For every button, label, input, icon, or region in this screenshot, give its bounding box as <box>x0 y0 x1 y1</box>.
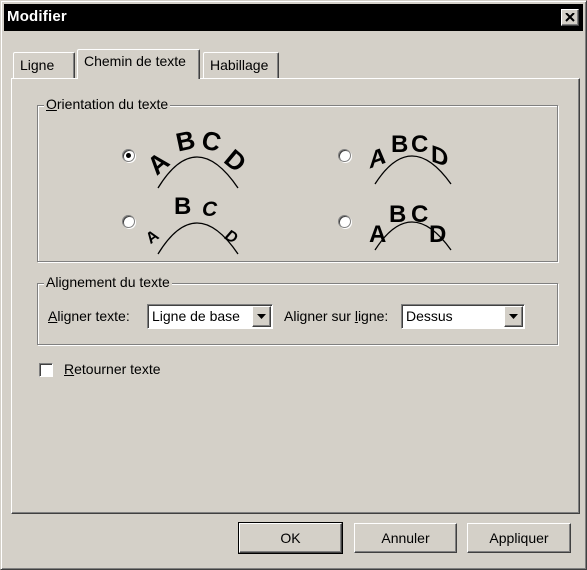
orientation-arc-skewed-icon: A B C D <box>369 131 452 185</box>
orientation-radio-2[interactable] <box>338 149 351 162</box>
arc-letter-a: A <box>143 227 163 248</box>
orientation-radio-4[interactable] <box>338 215 351 228</box>
arc-letter-b: B <box>389 201 406 228</box>
arc-letter-a: A <box>369 221 386 248</box>
align-text-label: Aligner texte: <box>48 308 130 324</box>
arc-letter-d: D <box>219 143 253 178</box>
orientation-radio-3[interactable] <box>122 215 135 228</box>
arc-letter-c: C <box>202 198 218 221</box>
align-line-value: Dessus <box>406 308 453 324</box>
reverse-text-label-mnemonic: R <box>64 361 75 377</box>
align-text-value: Ligne de base <box>152 308 240 324</box>
arc-letter-c: C <box>411 201 428 228</box>
align-text-label-rest: ligner texte: <box>57 308 130 324</box>
arc-letter-a: A <box>141 145 175 180</box>
align-line-label-pre: Aligner sur <box>284 308 355 324</box>
orientation-group-label: Orientation du texte <box>44 96 171 112</box>
arc-letter-b: B <box>173 124 198 157</box>
title-bar[interactable]: Modifier <box>4 4 583 31</box>
alignment-group-label: Alignement du texte <box>44 274 172 290</box>
cancel-button[interactable]: Annuler <box>354 523 457 553</box>
arc-letter-c: C <box>199 124 225 158</box>
cancel-button-label: Annuler <box>381 530 430 546</box>
reverse-text-label-rest: etourner texte <box>74 361 161 377</box>
orientation-arc-perspective-icon: A B C D <box>143 193 241 255</box>
arc-letter-c: C <box>411 131 428 158</box>
orientation-radio-1[interactable] <box>122 149 135 162</box>
arc-letter-b: B <box>174 193 191 220</box>
apply-button-label: Appliquer <box>489 530 549 546</box>
close-icon <box>565 13 575 22</box>
chevron-down-icon <box>257 314 266 319</box>
align-line-dropdown-button[interactable] <box>504 306 523 327</box>
reverse-text-checkbox[interactable] <box>39 363 53 377</box>
chevron-down-icon <box>509 314 518 319</box>
ok-button-label: OK <box>280 530 301 546</box>
align-line-label: Aligner sur ligne: <box>284 308 388 324</box>
tab-ligne-label: Ligne <box>20 57 55 73</box>
window-title: Modifier <box>7 8 67 25</box>
orientation-group: Orientation du texte A B C D A B C D A B… <box>37 96 558 262</box>
alignment-group: Alignement du texte Aligner texte: Ligne… <box>37 274 558 345</box>
tab-chemin-de-texte-label: Chemin de texte <box>84 53 186 69</box>
tab-habillage[interactable]: Habillage <box>203 52 279 78</box>
reverse-text-label[interactable]: Retourner texte <box>64 361 161 377</box>
orientation-arc-upright-icon: A B C D <box>369 201 452 251</box>
align-text-select[interactable]: Ligne de base <box>147 304 273 329</box>
arc-letter-d: D <box>431 141 448 173</box>
align-text-dropdown-button[interactable] <box>252 306 271 327</box>
apply-button[interactable]: Appliquer <box>467 523 571 553</box>
align-text-label-mnemonic: A <box>48 308 58 324</box>
modifier-dialog: Modifier Ligne Chemin de texte Habillage… <box>0 0 587 570</box>
align-line-select[interactable]: Dessus <box>401 304 525 329</box>
tab-habillage-label: Habillage <box>210 57 269 73</box>
tab-chemin-de-texte[interactable]: Chemin de texte <box>77 49 200 79</box>
align-line-label-rest: igne: <box>357 308 389 324</box>
arc-letter-d: D <box>222 227 241 248</box>
arc-letter-d: D <box>429 221 446 248</box>
tab-ligne[interactable]: Ligne <box>13 52 75 78</box>
arc-letter-b: B <box>391 131 408 158</box>
close-button[interactable] <box>561 9 579 26</box>
tab-panel-chemin-de-texte: Orientation du texte A B C D A B C D A B… <box>11 78 580 514</box>
arc-letter-a: A <box>369 142 386 174</box>
radio-selected-dot <box>126 153 131 158</box>
ok-button[interactable]: OK <box>238 522 343 554</box>
orientation-arc-rotated-icon: A B C D <box>141 124 253 189</box>
